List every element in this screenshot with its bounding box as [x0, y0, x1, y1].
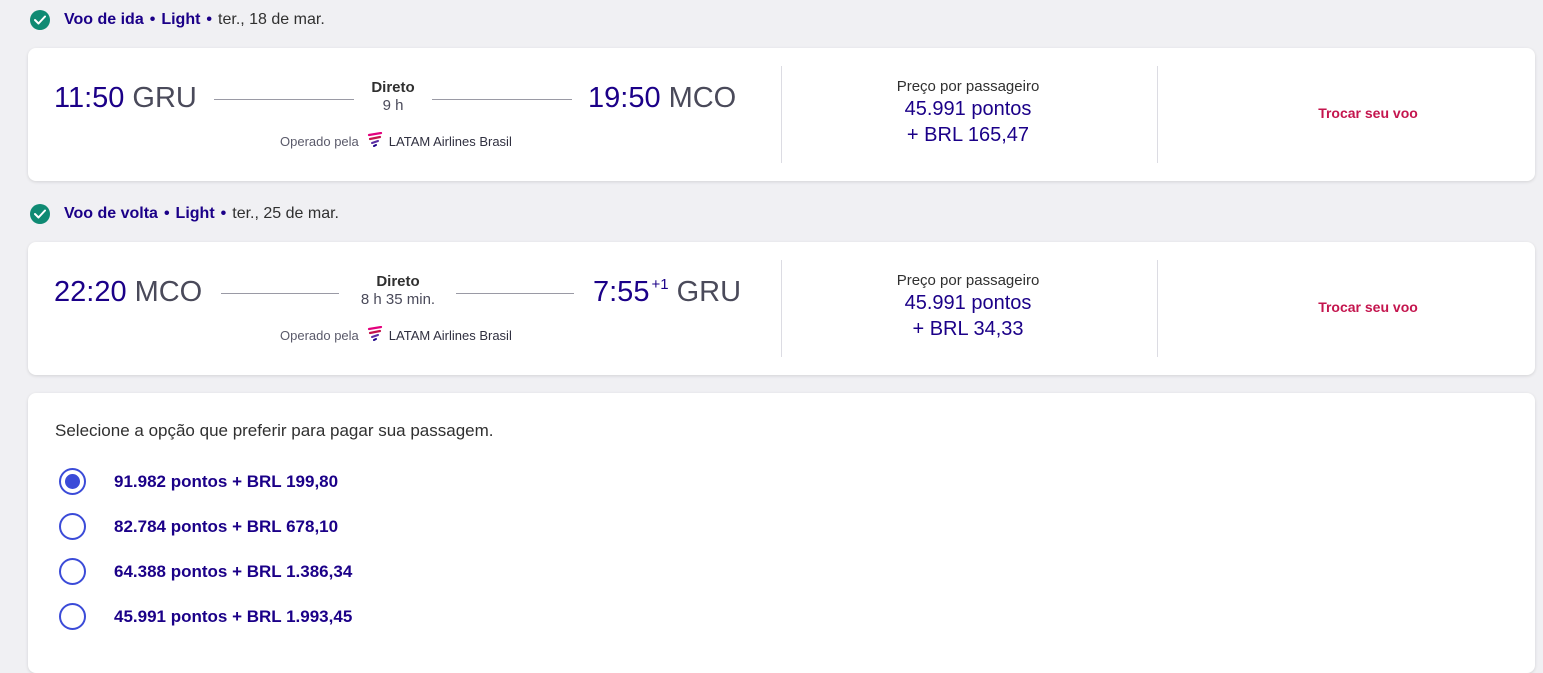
divider — [1157, 260, 1158, 357]
operated-label: Operado pela — [280, 133, 359, 149]
route-line-left — [214, 99, 354, 100]
flight-date: ter., 18 de mar. — [218, 11, 325, 28]
payment-option[interactable]: 45.991 pontos + BRL 1.993,45 — [59, 603, 352, 630]
payment-option-label: 45.991 pontos + BRL 1.993,45 — [114, 606, 353, 626]
radio-button-icon[interactable] — [59, 603, 86, 630]
departure: 11:50 GRU — [54, 82, 197, 115]
departure-airport: MCO — [134, 276, 203, 308]
price-points: 45.991 pontos — [904, 98, 1032, 120]
payment-option[interactable]: 91.982 pontos + BRL 199,80 — [59, 468, 338, 495]
payment-title: Selecione a opção que preferir para paga… — [55, 421, 494, 440]
check-circle-icon — [30, 204, 50, 224]
price-per-passenger: Preço por passageiro 45.991 pontos + BRL… — [848, 78, 1088, 147]
separator-dot: • — [149, 11, 156, 28]
fare-name: Light — [175, 205, 215, 222]
payment-option-label: 64.388 pontos + BRL 1.386,34 — [114, 561, 353, 581]
route-line-right — [456, 293, 574, 294]
operated-by: Operado pela LATAM Airlines Brasil — [280, 325, 512, 344]
divider — [1157, 66, 1158, 163]
return-flight-card: 22:20 MCO Direto 8 h 35 min. 7:55 +1 GRU Op… — [28, 242, 1535, 375]
divider — [781, 260, 782, 357]
separator-dot: • — [206, 11, 213, 28]
check-circle-icon — [30, 10, 50, 30]
operated-label: Operado pela — [280, 327, 359, 343]
departure-time: 22:20 — [54, 276, 127, 308]
flight-date: ter., 25 de mar. — [232, 205, 339, 222]
outbound-flight-card: 11:50 GRU Direto 9 h 19:50 MCO Operado pel… — [28, 48, 1535, 181]
radio-button-icon[interactable] — [59, 558, 86, 585]
divider — [781, 66, 782, 163]
payment-option[interactable]: 64.388 pontos + BRL 1.386,34 — [59, 558, 352, 585]
departure-airport: GRU — [132, 82, 197, 114]
route-info: Direto 8 h 35 min. — [343, 273, 453, 308]
payment-options-card: Selecione a opção que preferir para paga… — [28, 393, 1535, 673]
arrival-airport: GRU — [676, 276, 742, 308]
change-flight-link[interactable]: Trocar seu voo — [1288, 299, 1448, 315]
operated-by: Operado pela LATAM Airlines Brasil — [280, 131, 512, 150]
arrival: 19:50 MCO — [588, 82, 736, 115]
route-line-left — [221, 293, 339, 294]
price-money: + BRL 165,47 — [906, 124, 1030, 146]
outbound-header: Voo de ida • Light • ter., 18 de mar. — [30, 9, 325, 31]
departure-time: 11:50 — [54, 82, 125, 114]
radio-button-icon[interactable] — [59, 468, 86, 495]
separator-dot: • — [220, 205, 227, 222]
arrival-time: 7:55 — [593, 276, 650, 308]
payment-option-label: 91.982 pontos + BRL 199,80 — [114, 471, 339, 491]
flight-duration: 9 h — [382, 97, 404, 114]
arrival: 7:55 +1 GRU — [593, 276, 741, 309]
day-offset: +1 — [651, 276, 669, 293]
flight-duration: 8 h 35 min. — [360, 291, 436, 308]
route-line-right — [432, 99, 572, 100]
price-per-passenger: Preço por passageiro 45.991 pontos + BRL… — [848, 272, 1088, 341]
section-title: Voo de volta — [64, 205, 158, 222]
payment-option-label: 82.784 pontos + BRL 678,10 — [114, 516, 339, 536]
airline-name: LATAM Airlines Brasil — [388, 327, 512, 343]
price-points: 45.991 pontos — [904, 292, 1032, 314]
radio-selected-dot — [65, 474, 80, 489]
payment-option[interactable]: 82.784 pontos + BRL 678,10 — [59, 513, 338, 540]
latam-logo-icon — [367, 131, 383, 150]
arrival-airport: MCO — [668, 82, 737, 114]
section-title: Voo de ida — [64, 11, 144, 28]
stop-type: Direto — [376, 273, 420, 290]
price-label: Preço por passageiro — [896, 272, 1040, 289]
price-money: + BRL 34,33 — [912, 318, 1024, 340]
price-label: Preço por passageiro — [896, 78, 1040, 95]
return-header: Voo de volta • Light • ter., 25 de mar. — [30, 203, 339, 225]
departure: 22:20 MCO — [54, 276, 202, 309]
fare-name: Light — [161, 11, 201, 28]
latam-logo-icon — [367, 325, 383, 344]
route-info: Direto 9 h — [358, 79, 428, 114]
stop-type: Direto — [371, 79, 415, 96]
arrival-time: 19:50 — [588, 82, 661, 114]
radio-button-icon[interactable] — [59, 513, 86, 540]
airline-name: LATAM Airlines Brasil — [388, 133, 512, 149]
separator-dot: • — [163, 205, 170, 222]
change-flight-link[interactable]: Trocar seu voo — [1288, 105, 1448, 121]
